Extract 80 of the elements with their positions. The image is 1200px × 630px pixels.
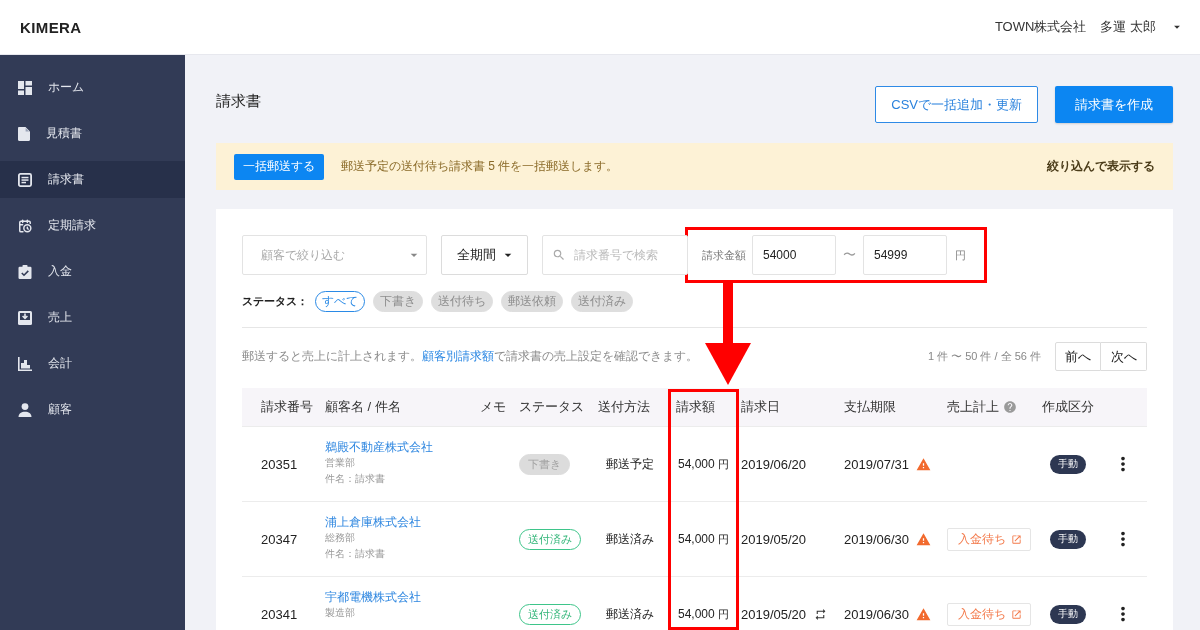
customer-link[interactable]: 宇都電機株式会社: [325, 589, 421, 605]
column-header: 請求番号: [261, 398, 314, 416]
help-icon[interactable]: [1003, 400, 1017, 414]
period-select[interactable]: 全期間: [441, 235, 528, 275]
company-name: TOWN株式会社: [994, 18, 1087, 36]
customer-amount-link[interactable]: 顧客別請求額: [422, 349, 494, 363]
bulk-mail-button[interactable]: 一括郵送する: [234, 153, 324, 180]
sidebar-item[interactable]: 顧客: [0, 391, 185, 428]
column-header: 顧客名 / 件名: [325, 398, 402, 416]
subject-text: 件名：請求書: [325, 547, 385, 561]
column-header: 請求日: [741, 398, 781, 416]
issue-date: 2019/05/20: [741, 531, 807, 547]
notice-text: 郵送予定の送付待ち請求書 5 件を一括郵送します。: [341, 158, 620, 175]
currency-unit: 円: [955, 247, 966, 263]
amount-value: 54,000 円: [677, 606, 729, 622]
subject-text: 件名：請求書: [325, 472, 385, 486]
amount-value: 54,000 円: [677, 531, 729, 547]
status-chip: 送付済み: [519, 528, 581, 550]
external-link-icon: [1011, 533, 1022, 545]
customer-link[interactable]: 鵜殿不動産株式会社: [325, 439, 433, 455]
issue-date: 2019/06/20: [741, 456, 807, 472]
department-text: 総務部: [325, 531, 355, 545]
info-text: 郵送すると売上に計上されます。顧客別請求額で請求書の売上設定を確認できます。: [242, 348, 698, 365]
customer-link[interactable]: 浦上倉庫株式会社: [325, 514, 421, 530]
delivery-method: 郵送予定: [605, 455, 654, 473]
amount-label: 請求金額: [702, 247, 746, 263]
filter-link[interactable]: 絞り込んで表示する: [1047, 158, 1155, 175]
due-date: 2019/07/31: [844, 456, 910, 472]
column-header: ステータス: [519, 398, 585, 416]
sidebar-item[interactable]: 請求書: [0, 161, 185, 198]
prev-page-button[interactable]: 前へ: [1055, 342, 1101, 371]
bar-chart-icon: [18, 356, 32, 371]
sidebar-item[interactable]: 会計: [0, 345, 185, 382]
issue-date: 2019/05/20: [741, 606, 807, 622]
creation-badge: 手動: [1050, 529, 1086, 549]
page-range: 1 件 〜 50 件 / 全 56 件: [927, 349, 1041, 364]
list-document-icon: [18, 172, 32, 187]
column-header: 作成区分: [1042, 398, 1095, 416]
column-header: 請求額: [676, 398, 716, 416]
due-date: 2019/06/30: [844, 606, 910, 622]
external-link-icon: [1011, 608, 1022, 620]
invoice-number: 20347: [261, 531, 298, 547]
column-header: 売上計上: [947, 398, 1042, 416]
creation-badge: 手動: [1050, 604, 1086, 624]
csv-import-button[interactable]: CSVで一括追加・更新: [875, 86, 1038, 123]
amount-value: 54,000 円: [677, 456, 729, 472]
invoice-number: 20341: [261, 606, 298, 622]
page-title: 請求書: [216, 91, 261, 111]
create-invoice-button[interactable]: 請求書を作成: [1055, 86, 1173, 123]
invoice-number: 20351: [261, 456, 298, 472]
range-separator: 〜: [842, 246, 857, 264]
dashboard-icon: [18, 80, 32, 95]
delivery-method: 郵送済み: [605, 530, 654, 548]
status-filter-chip[interactable]: すべて: [315, 291, 365, 312]
search-field[interactable]: 請求番号で検索: [542, 235, 688, 275]
sidebar-item[interactable]: 見積書: [0, 115, 185, 152]
person-icon: [18, 402, 32, 417]
status-chip: 送付済み: [519, 603, 581, 625]
search-icon: [552, 248, 566, 262]
amount-max-field[interactable]: 54999: [863, 235, 947, 275]
calendar-clock-icon: [18, 218, 32, 233]
department-text: 営業部: [325, 456, 355, 470]
document-icon: [18, 126, 30, 141]
column-header: 支払期限: [844, 398, 897, 416]
sidebar-item[interactable]: 入金: [0, 253, 185, 290]
column-header: メモ: [480, 398, 507, 416]
sidebar-item[interactable]: 定期請求: [0, 207, 185, 244]
sidebar-item[interactable]: 売上: [0, 299, 185, 336]
status-label: ステータス：: [242, 294, 308, 309]
creation-badge: 手動: [1050, 454, 1086, 474]
delivery-method: 郵送済み: [605, 605, 654, 623]
logo: KIMERA: [20, 18, 82, 36]
due-date: 2019/06/30: [844, 531, 910, 547]
column-header: 送付方法: [598, 398, 651, 416]
amount-min-field[interactable]: 54000: [752, 235, 836, 275]
user-menu[interactable]: 多運 太郎: [1100, 18, 1184, 36]
next-page-button[interactable]: 次へ: [1101, 342, 1147, 371]
sidebar-item[interactable]: ホーム: [0, 69, 185, 106]
clipboard-check-icon: [18, 264, 32, 279]
department-text: 製造部: [325, 606, 355, 620]
